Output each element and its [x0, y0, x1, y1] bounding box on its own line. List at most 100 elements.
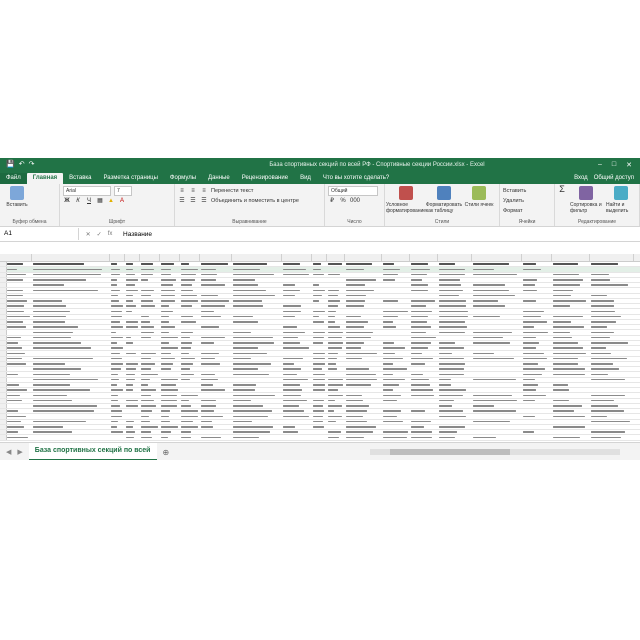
row-header[interactable]: [0, 367, 7, 372]
fx-icon[interactable]: fx: [108, 231, 113, 238]
column-header[interactable]: [472, 254, 522, 261]
spreadsheet-grid[interactable]: [0, 254, 640, 442]
redo-icon[interactable]: ↷: [29, 158, 35, 171]
fill-color-icon[interactable]: ▲: [107, 198, 115, 205]
horizontal-scrollbar[interactable]: [370, 449, 620, 455]
comma-icon[interactable]: 000: [350, 198, 360, 205]
scrollbar-thumb[interactable]: [390, 449, 510, 455]
column-header[interactable]: [125, 254, 140, 261]
row-header[interactable]: [0, 267, 7, 272]
row-header[interactable]: [0, 283, 7, 288]
column-header[interactable]: [410, 254, 438, 261]
row-header[interactable]: [0, 288, 7, 293]
wrap-text-button[interactable]: Перенести текст: [211, 188, 253, 194]
cancel-icon[interactable]: ✕: [86, 231, 91, 238]
column-header[interactable]: [6, 254, 32, 261]
row-header[interactable]: [0, 346, 7, 351]
row-header[interactable]: [0, 319, 7, 324]
row-header[interactable]: [0, 424, 7, 429]
align-right-icon[interactable]: ☰: [200, 198, 208, 205]
merge-center-button[interactable]: Объединить и поместить в центре: [211, 198, 299, 204]
row-header[interactable]: [0, 356, 7, 361]
column-header[interactable]: [345, 254, 382, 261]
paste-button[interactable]: Вставить: [3, 186, 31, 208]
align-top-icon[interactable]: ≡: [178, 188, 186, 195]
row-header[interactable]: [0, 419, 7, 424]
table-row[interactable]: [0, 435, 640, 441]
column-header[interactable]: [160, 254, 180, 261]
font-color-icon[interactable]: A: [118, 198, 126, 205]
column-header[interactable]: [438, 254, 472, 261]
row-header[interactable]: [0, 409, 7, 414]
align-middle-icon[interactable]: ≡: [189, 188, 197, 195]
format-cells-button[interactable]: Формат: [503, 208, 523, 214]
prev-sheet-icon[interactable]: ◀: [6, 448, 11, 456]
column-header[interactable]: [590, 254, 634, 261]
close-button[interactable]: ✕: [626, 161, 632, 169]
add-sheet-icon[interactable]: ⊕: [163, 448, 170, 457]
row-header[interactable]: [0, 377, 7, 382]
font-size-select[interactable]: 7: [114, 186, 132, 196]
sheet-tab[interactable]: База спортивных секций по всей: [28, 443, 157, 460]
tab-home[interactable]: Главная: [26, 173, 64, 184]
column-header[interactable]: [110, 254, 125, 261]
insert-cells-button[interactable]: Вставить: [503, 188, 526, 194]
row-header[interactable]: [0, 335, 7, 340]
undo-icon[interactable]: ↶: [19, 158, 25, 171]
row-header[interactable]: [0, 414, 7, 419]
align-left-icon[interactable]: ☰: [178, 198, 186, 205]
align-center-icon[interactable]: ☰: [189, 198, 197, 205]
column-header[interactable]: [32, 254, 110, 261]
column-header[interactable]: [552, 254, 590, 261]
row-header[interactable]: [0, 372, 7, 377]
column-header[interactable]: [282, 254, 312, 261]
percent-icon[interactable]: %: [339, 198, 347, 205]
row-header[interactable]: [0, 382, 7, 387]
row-header[interactable]: [0, 262, 7, 267]
bold-icon[interactable]: Ж: [63, 198, 71, 205]
borders-icon[interactable]: ▦: [96, 198, 104, 205]
column-header[interactable]: [382, 254, 410, 261]
column-header[interactable]: [140, 254, 160, 261]
column-header[interactable]: [327, 254, 345, 261]
row-header[interactable]: [0, 314, 7, 319]
tab-review[interactable]: Рецензирование: [236, 173, 294, 184]
autosum-icon[interactable]: Σ: [558, 185, 566, 198]
share-button[interactable]: Общий доступ: [594, 173, 634, 184]
row-header[interactable]: [0, 398, 7, 403]
row-header[interactable]: [0, 325, 7, 330]
minimize-button[interactable]: –: [598, 161, 602, 169]
currency-icon[interactable]: ₽: [328, 198, 336, 205]
column-header[interactable]: [522, 254, 552, 261]
row-header[interactable]: [0, 403, 7, 408]
row-header[interactable]: [0, 435, 7, 440]
tab-file[interactable]: Файл: [0, 173, 27, 184]
row-header[interactable]: [0, 304, 7, 309]
row-header[interactable]: [0, 298, 7, 303]
column-header[interactable]: [312, 254, 327, 261]
tab-page-layout[interactable]: Разметка страницы: [97, 173, 163, 184]
row-header[interactable]: [0, 309, 7, 314]
row-header[interactable]: [0, 277, 7, 282]
align-bottom-icon[interactable]: ≡: [200, 188, 208, 195]
formula-input[interactable]: Название: [119, 231, 640, 238]
row-header[interactable]: [0, 272, 7, 277]
tab-insert[interactable]: Вставка: [63, 173, 97, 184]
row-header[interactable]: [0, 351, 7, 356]
column-header[interactable]: [200, 254, 232, 261]
font-name-select[interactable]: Arial: [63, 186, 111, 196]
signin-link[interactable]: Вход: [574, 173, 588, 184]
column-header[interactable]: [232, 254, 282, 261]
tab-view[interactable]: Вид: [294, 173, 317, 184]
tab-formulas[interactable]: Формулы: [164, 173, 202, 184]
row-header[interactable]: [0, 393, 7, 398]
row-header[interactable]: [0, 293, 7, 298]
row-header[interactable]: [0, 430, 7, 435]
row-header[interactable]: [0, 361, 7, 366]
tab-data[interactable]: Данные: [202, 173, 236, 184]
name-box[interactable]: A1: [0, 228, 79, 240]
row-header[interactable]: [0, 388, 7, 393]
next-sheet-icon[interactable]: ▶: [17, 448, 22, 456]
underline-icon[interactable]: Ч: [85, 198, 93, 205]
row-header[interactable]: [0, 340, 7, 345]
